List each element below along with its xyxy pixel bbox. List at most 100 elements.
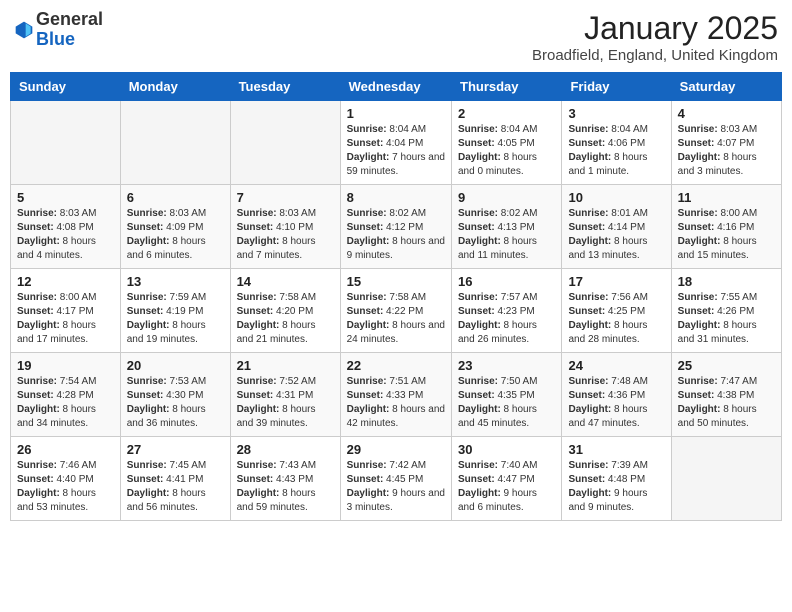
- calendar-cell: 31Sunrise: 7:39 AMSunset: 4:48 PMDayligh…: [562, 437, 671, 521]
- calendar-cell: 4 Sunrise: 8:03 AMSunset: 4:07 PMDaylight…: [671, 101, 781, 185]
- day-number: 9: [458, 190, 555, 205]
- calendar-cell: 22 Sunrise: 7:51 AMSunset: 4:33 PMDayligh…: [340, 353, 451, 437]
- calendar-cell: 2 Sunrise: 8:04 AMSunset: 4:05 PMDaylight…: [452, 101, 562, 185]
- calendar-cell: 10Sunrise: 8:01 AMSunset: 4:14 PMDayligh…: [562, 185, 671, 269]
- calendar-cell: 25 Sunrise: 7:47 AMSunset: 4:38 PMDayligh…: [671, 353, 781, 437]
- weekday-header-friday: Friday: [562, 73, 671, 101]
- calendar-cell: 23Sunrise: 7:50 AMSunset: 4:35 PMDayligh…: [452, 353, 562, 437]
- calendar-cell: 14 Sunrise: 7:58 AMSunset: 4:20 PMDayligh…: [230, 269, 340, 353]
- day-number: 28: [237, 442, 334, 457]
- calendar-cell: 26Sunrise: 7:46 AMSunset: 4:40 PMDayligh…: [11, 437, 121, 521]
- day-number: 18: [678, 274, 775, 289]
- day-number: 26: [17, 442, 114, 457]
- calendar-cell: 5Sunrise: 8:03 AMSunset: 4:08 PMDaylight…: [11, 185, 121, 269]
- day-number: 13: [127, 274, 224, 289]
- calendar-cell: 27 Sunrise: 7:45 AMSunset: 4:41 PMDayligh…: [120, 437, 230, 521]
- calendar-cell: 24Sunrise: 7:48 AMSunset: 4:36 PMDayligh…: [562, 353, 671, 437]
- week-row-1: 5Sunrise: 8:03 AMSunset: 4:08 PMDaylight…: [11, 185, 782, 269]
- day-info: Sunrise: 8:03 AMSunset: 4:10 PMDaylight:…: [237, 207, 334, 263]
- day-number: 4: [678, 106, 775, 121]
- calendar-cell: 16 Sunrise: 7:57 AMSunset: 4:23 PMDayligh…: [452, 269, 562, 353]
- calendar-cell: 18 Sunrise: 7:55 AMSunset: 4:26 PMDayligh…: [671, 269, 781, 353]
- calendar-cell: 6 Sunrise: 8:03 AMSunset: 4:09 PMDaylight…: [120, 185, 230, 269]
- title-block: January 2025 Broadfield, England, United…: [532, 10, 778, 64]
- calendar-cell: 9 Sunrise: 8:02 AMSunset: 4:13 PMDaylight…: [452, 185, 562, 269]
- weekday-header-saturday: Saturday: [671, 73, 781, 101]
- logo-icon: [14, 20, 34, 40]
- day-info: Sunrise: 8:03 AMSunset: 4:09 PMDaylight:…: [127, 207, 224, 263]
- day-number: 31: [568, 442, 664, 457]
- weekday-header-monday: Monday: [120, 73, 230, 101]
- calendar-cell: 28 Sunrise: 7:43 AMSunset: 4:43 PMDayligh…: [230, 437, 340, 521]
- day-info: Sunrise: 8:00 AMSunset: 4:17 PMDaylight:…: [17, 291, 114, 347]
- weekday-header-row: SundayMondayTuesdayWednesdayThursdayFrid…: [11, 73, 782, 101]
- day-info: Sunrise: 7:47 AMSunset: 4:38 PMDaylight:…: [678, 375, 775, 431]
- day-info: Sunrise: 8:02 AMSunset: 4:12 PMDaylight:…: [347, 207, 445, 263]
- day-number: 29: [347, 442, 445, 457]
- calendar-cell: 13 Sunrise: 7:59 AMSunset: 4:19 PMDayligh…: [120, 269, 230, 353]
- calendar-cell: 12 Sunrise: 8:00 AMSunset: 4:17 PMDayligh…: [11, 269, 121, 353]
- day-info: Sunrise: 7:58 AMSunset: 4:22 PMDaylight:…: [347, 291, 445, 347]
- day-number: 20: [127, 358, 224, 373]
- weekday-header-tuesday: Tuesday: [230, 73, 340, 101]
- day-info: Sunrise: 7:45 AMSunset: 4:41 PMDaylight:…: [127, 459, 224, 515]
- day-info: Sunrise: 8:03 AMSunset: 4:07 PMDaylight:…: [678, 123, 775, 179]
- day-info: Sunrise: 7:55 AMSunset: 4:26 PMDaylight:…: [678, 291, 775, 347]
- day-info: Sunrise: 7:43 AMSunset: 4:43 PMDaylight:…: [237, 459, 334, 515]
- weekday-header-wednesday: Wednesday: [340, 73, 451, 101]
- day-number: 19: [17, 358, 114, 373]
- day-number: 8: [347, 190, 445, 205]
- day-number: 14: [237, 274, 334, 289]
- month-title: January 2025: [532, 10, 778, 47]
- logo-blue-text: Blue: [36, 29, 75, 49]
- day-number: 30: [458, 442, 555, 457]
- day-number: 16: [458, 274, 555, 289]
- calendar-cell: 21Sunrise: 7:52 AMSunset: 4:31 PMDayligh…: [230, 353, 340, 437]
- location-text: Broadfield, England, United Kingdom: [532, 47, 778, 64]
- week-row-3: 19Sunrise: 7:54 AMSunset: 4:28 PMDayligh…: [11, 353, 782, 437]
- day-info: Sunrise: 8:01 AMSunset: 4:14 PMDaylight:…: [568, 207, 664, 263]
- day-info: Sunrise: 7:40 AMSunset: 4:47 PMDaylight:…: [458, 459, 555, 515]
- page-header: General Blue January 2025 Broadfield, En…: [10, 10, 782, 64]
- day-number: 15: [347, 274, 445, 289]
- calendar-cell: 17Sunrise: 7:56 AMSunset: 4:25 PMDayligh…: [562, 269, 671, 353]
- day-info: Sunrise: 8:03 AMSunset: 4:08 PMDaylight:…: [17, 207, 114, 263]
- day-info: Sunrise: 8:04 AMSunset: 4:04 PMDaylight:…: [347, 123, 445, 179]
- day-number: 2: [458, 106, 555, 121]
- calendar-cell: 29 Sunrise: 7:42 AMSunset: 4:45 PMDayligh…: [340, 437, 451, 521]
- calendar-cell: 7 Sunrise: 8:03 AMSunset: 4:10 PMDaylight…: [230, 185, 340, 269]
- day-info: Sunrise: 7:59 AMSunset: 4:19 PMDaylight:…: [127, 291, 224, 347]
- logo-general-text: General: [36, 9, 103, 29]
- calendar-cell: 20 Sunrise: 7:53 AMSunset: 4:30 PMDayligh…: [120, 353, 230, 437]
- day-info: Sunrise: 7:57 AMSunset: 4:23 PMDaylight:…: [458, 291, 555, 347]
- calendar-cell: 1Sunrise: 8:04 AMSunset: 4:04 PMDaylight…: [340, 101, 451, 185]
- day-number: 17: [568, 274, 664, 289]
- calendar-cell: [120, 101, 230, 185]
- day-info: Sunrise: 7:53 AMSunset: 4:30 PMDaylight:…: [127, 375, 224, 431]
- day-info: Sunrise: 8:04 AMSunset: 4:05 PMDaylight:…: [458, 123, 555, 179]
- day-number: 22: [347, 358, 445, 373]
- day-number: 6: [127, 190, 224, 205]
- calendar-cell: [11, 101, 121, 185]
- day-info: Sunrise: 8:00 AMSunset: 4:16 PMDaylight:…: [678, 207, 775, 263]
- week-row-2: 12 Sunrise: 8:00 AMSunset: 4:17 PMDayligh…: [11, 269, 782, 353]
- day-info: Sunrise: 8:02 AMSunset: 4:13 PMDaylight:…: [458, 207, 555, 263]
- calendar-cell: 15 Sunrise: 7:58 AMSunset: 4:22 PMDayligh…: [340, 269, 451, 353]
- day-number: 12: [17, 274, 114, 289]
- day-number: 3: [568, 106, 664, 121]
- calendar-cell: 30 Sunrise: 7:40 AMSunset: 4:47 PMDayligh…: [452, 437, 562, 521]
- day-info: Sunrise: 7:42 AMSunset: 4:45 PMDaylight:…: [347, 459, 445, 515]
- calendar-cell: [671, 437, 781, 521]
- calendar-cell: 3 Sunrise: 8:04 AMSunset: 4:06 PMDaylight…: [562, 101, 671, 185]
- calendar-table: SundayMondayTuesdayWednesdayThursdayFrid…: [10, 72, 782, 521]
- day-info: Sunrise: 8:04 AMSunset: 4:06 PMDaylight:…: [568, 123, 664, 179]
- day-number: 23: [458, 358, 555, 373]
- day-number: 27: [127, 442, 224, 457]
- day-info: Sunrise: 7:58 AMSunset: 4:20 PMDaylight:…: [237, 291, 334, 347]
- day-number: 25: [678, 358, 775, 373]
- weekday-header-thursday: Thursday: [452, 73, 562, 101]
- calendar-cell: [230, 101, 340, 185]
- logo: General Blue: [14, 10, 103, 50]
- day-info: Sunrise: 7:51 AMSunset: 4:33 PMDaylight:…: [347, 375, 445, 431]
- day-number: 7: [237, 190, 334, 205]
